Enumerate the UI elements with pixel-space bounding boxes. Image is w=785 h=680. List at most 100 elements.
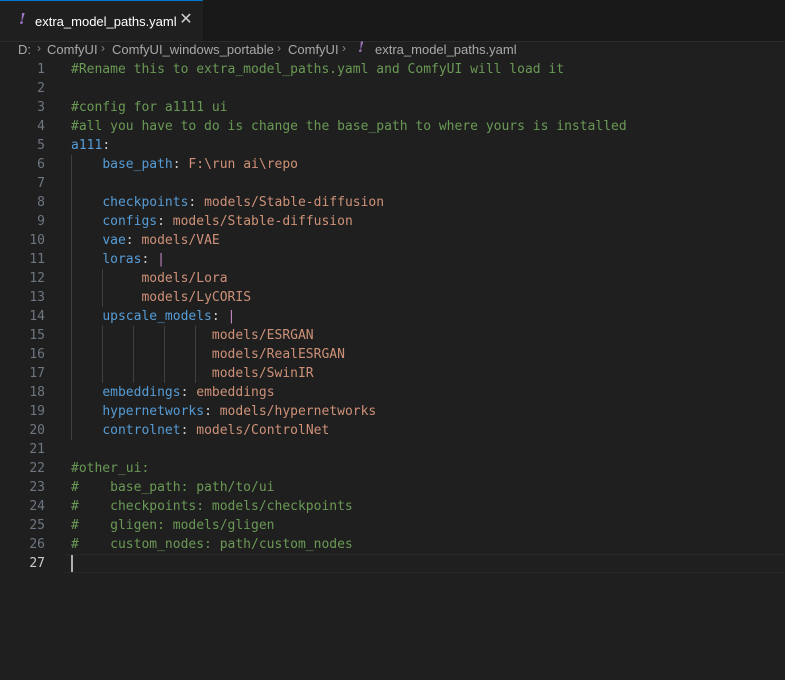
- line-number: 21: [29, 442, 45, 457]
- line-content: #config for a1111 ui: [71, 98, 228, 117]
- code-line[interactable]: 23 # base_path: path/to/ui: [0, 478, 785, 497]
- yaml-value: models/Stable-diffusion: [204, 195, 385, 210]
- chevron-right-icon: ›: [277, 41, 281, 55]
- line-number: 26: [29, 537, 45, 552]
- line-number: 4: [37, 119, 45, 134]
- code-line[interactable]: 19 hypernetworks: models/hypernetworks: [0, 402, 785, 421]
- line-content: hypernetworks: models/hypernetworks: [71, 402, 376, 421]
- yaml-colon: :: [204, 404, 220, 419]
- line-number: 18: [29, 385, 45, 400]
- code-line[interactable]: 6 base_path: F:\run ai\repo: [0, 155, 785, 174]
- line-content: # custom_nodes: path/custom_nodes: [71, 535, 353, 554]
- line-content: models/ESRGAN: [71, 326, 314, 345]
- close-icon[interactable]: ✕: [178, 10, 194, 30]
- line-number: 20: [29, 423, 45, 438]
- code-line[interactable]: 22 #other_ui:: [0, 459, 785, 478]
- yaml-comment: #Rename this to extra_model_paths.yaml a…: [71, 62, 565, 77]
- chevron-right-icon: ›: [101, 41, 105, 55]
- line-content: configs: models/Stable-diffusion: [71, 212, 353, 231]
- line-number: 25: [29, 518, 45, 533]
- code-line[interactable]: 11 loras: |: [0, 250, 785, 269]
- code-line[interactable]: 9 configs: models/Stable-diffusion: [0, 212, 785, 231]
- code-line[interactable]: 5 a111:: [0, 136, 785, 155]
- yaml-value: models/Stable-diffusion: [172, 214, 353, 229]
- yaml-value: models/VAE: [141, 233, 220, 248]
- yaml-colon: :: [172, 157, 189, 172]
- breadcrumb-item-portable[interactable]: ComfyUI_windows_portable: [112, 42, 274, 57]
- line-content: vae: models/VAE: [71, 231, 220, 250]
- line-content: upscale_models: |: [71, 307, 235, 326]
- code-line[interactable]: 3 #config for a1111 ui: [0, 98, 785, 117]
- line-content: models/SwinIR: [71, 364, 314, 383]
- yaml-block-indicator: |: [157, 252, 165, 267]
- yaml-block-indicator: |: [227, 309, 236, 324]
- code-line[interactable]: 20 controlnet: models/ControlNet: [0, 421, 785, 440]
- yaml-file-icon: !: [19, 10, 26, 28]
- yaml-comment: #config for a1111 ui: [71, 100, 228, 115]
- yaml-comment: # gligen: models/gligen: [71, 518, 275, 533]
- yaml-key: embeddings: [102, 385, 181, 400]
- code-editor[interactable]: 1 #Rename this to extra_model_paths.yaml …: [0, 59, 785, 680]
- code-line[interactable]: 26 # custom_nodes: path/custom_nodes: [0, 535, 785, 554]
- code-line[interactable]: 1 #Rename this to extra_model_paths.yaml …: [0, 60, 785, 79]
- code-line[interactable]: 15 models/ESRGAN: [0, 326, 785, 345]
- yaml-key: vae: [102, 233, 126, 248]
- line-content: a111:: [71, 136, 110, 155]
- line-content: models/Lora: [71, 269, 227, 288]
- line-content: controlnet: models/ControlNet: [71, 421, 329, 440]
- code-line[interactable]: 8 checkpoints: models/Stable-diffusion: [0, 193, 785, 212]
- yaml-colon: :: [180, 385, 197, 400]
- yaml-file-icon: !: [358, 40, 365, 56]
- yaml-key: configs: [102, 214, 158, 229]
- yaml-colon: :: [141, 252, 158, 267]
- code-line[interactable]: 2: [0, 79, 785, 98]
- line-number: 1: [37, 62, 45, 77]
- line-content: models/LyCORIS: [71, 288, 251, 307]
- code-line[interactable]: 17 models/SwinIR: [0, 364, 785, 383]
- yaml-key: a111: [71, 138, 103, 153]
- line-content: checkpoints: models/Stable-diffusion: [71, 193, 384, 212]
- line-number: 8: [37, 195, 45, 210]
- code-line[interactable]: 25 # gligen: models/gligen: [0, 516, 785, 535]
- line-content: # base_path: path/to/ui: [71, 478, 275, 497]
- code-line[interactable]: 12 models/Lora: [0, 269, 785, 288]
- yaml-value: F:\run ai\repo: [188, 157, 298, 172]
- line-number: 5: [37, 138, 45, 153]
- code-line[interactable]: 18 embeddings: embeddings: [0, 383, 785, 402]
- line-number: 17: [29, 366, 45, 381]
- breadcrumb-item-comfyui[interactable]: ComfyUI: [47, 42, 98, 57]
- line-content: #Rename this to extra_model_paths.yaml a…: [71, 60, 564, 79]
- line-number: 10: [29, 233, 45, 248]
- line-content: base_path: F:\run ai\repo: [71, 155, 298, 174]
- line-content: loras: |: [71, 250, 165, 269]
- code-line[interactable]: 14 upscale_models: |: [0, 307, 785, 326]
- breadcrumb-item-comfyui-inner[interactable]: ComfyUI: [288, 42, 339, 57]
- line-number: 11: [29, 252, 45, 267]
- yaml-key: base_path: [102, 157, 173, 172]
- breadcrumb-item-drive[interactable]: D:: [18, 42, 31, 57]
- code-line[interactable]: 13 models/LyCORIS: [0, 288, 785, 307]
- yaml-key: upscale_models: [102, 309, 212, 324]
- yaml-colon: :: [125, 233, 142, 248]
- yaml-colon: :: [157, 214, 173, 229]
- editor-tab[interactable]: ! extra_model_paths.yaml ✕: [0, 0, 203, 41]
- yaml-colon: :: [188, 195, 205, 210]
- code-line[interactable]: 27: [0, 554, 785, 573]
- line-number: 16: [29, 347, 45, 362]
- line-number: 3: [37, 100, 45, 115]
- yaml-key: controlnet: [102, 423, 181, 438]
- breadcrumb-item-file[interactable]: extra_model_paths.yaml: [375, 42, 517, 57]
- code-line[interactable]: 7: [0, 174, 785, 193]
- code-line[interactable]: 21: [0, 440, 785, 459]
- yaml-comment: #all you have to do is change the base_p…: [71, 119, 627, 134]
- yaml-colon: :: [211, 309, 228, 324]
- yaml-value: models/RealESRGAN: [211, 347, 345, 362]
- code-line[interactable]: 10 vae: models/VAE: [0, 231, 785, 250]
- code-line[interactable]: 4 #all you have to do is change the base_…: [0, 117, 785, 136]
- code-line[interactable]: 24 # checkpoints: models/checkpoints: [0, 497, 785, 516]
- code-line[interactable]: 16 models/RealESRGAN: [0, 345, 785, 364]
